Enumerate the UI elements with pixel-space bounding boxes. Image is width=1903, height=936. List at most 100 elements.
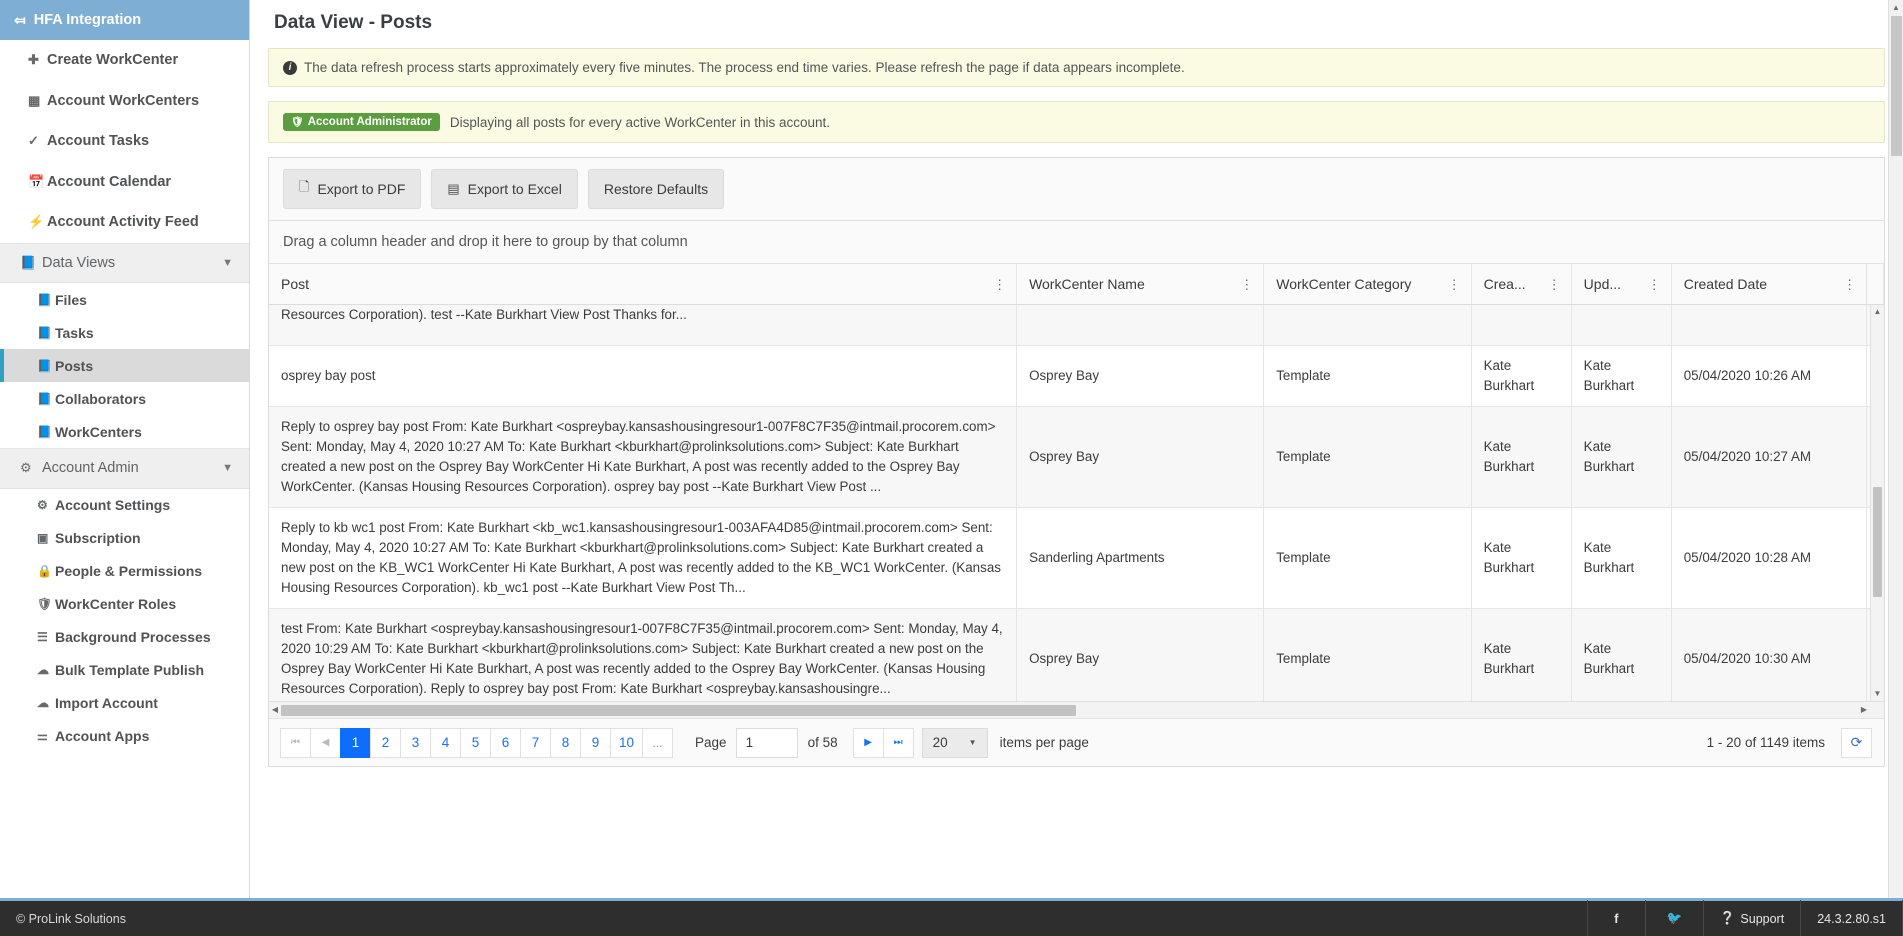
arrow-left-icon: ⤆ <box>14 11 26 28</box>
column-menu-icon[interactable]: ⋮ <box>1542 278 1561 291</box>
items-per-page-select[interactable]: 20 ▼ <box>921 727 988 758</box>
facebook-icon: f <box>1614 911 1619 926</box>
refresh-button[interactable]: ⟳ <box>1841 727 1872 758</box>
export-excel-button[interactable]: ▤ Export to Excel <box>431 169 578 209</box>
last-page-button[interactable]: ⏭ <box>882 727 914 758</box>
cell-created-by: Kate Burkhart <box>1471 345 1572 407</box>
sidebar-item-bulk-template-publish[interactable]: ☁ Bulk Template Publish <box>0 654 249 687</box>
page-ellipsis[interactable]: ... <box>642 727 674 758</box>
next-page-button[interactable]: ▶ <box>852 727 884 758</box>
page-number-input[interactable] <box>735 727 798 758</box>
table-row[interactable]: test From: Kate Burkhart <ospreybay.kans… <box>269 608 1884 701</box>
sidebar-item-account-calendar[interactable]: 📅 Account Calendar <box>0 162 249 203</box>
book-icon: 📘 <box>37 358 52 373</box>
table-row[interactable]: osprey bay post Osprey Bay Template Kate… <box>269 345 1884 407</box>
page-scroll-thumb[interactable] <box>1891 16 1902 156</box>
copyright-label: © ProLink Solutions <box>16 911 126 926</box>
plus-icon: ✚ <box>28 52 39 68</box>
sidebar-group-data-views[interactable]: 📘 Data Views ▼ <box>0 242 249 283</box>
cell-created-by: Kate Burkhart <box>1471 406 1572 508</box>
first-page-button[interactable]: ⏮ <box>280 727 311 758</box>
column-menu-icon[interactable]: ⋮ <box>1442 278 1461 291</box>
sidebar-item-background-processes[interactable]: ☰ Background Processes <box>0 621 249 654</box>
sidebar-item-subscription[interactable]: ▣ Subscription <box>0 522 249 555</box>
page-button-8[interactable]: 8 <box>550 727 581 758</box>
sidebar-header[interactable]: ⤆ HFA Integration <box>0 0 249 40</box>
role-alert: 🛡 Account Administrator Displaying all p… <box>268 101 1885 143</box>
page-button-9[interactable]: 9 <box>580 727 611 758</box>
column-header-created-by[interactable]: Crea... ⋮ <box>1471 264 1572 305</box>
column-header-updated-by[interactable]: Upd... ⋮ <box>1571 264 1672 305</box>
pagination-bar: ⏮ ◀ 1 2 3 4 5 6 7 8 9 10 ... Page of 58 <box>269 718 1884 766</box>
facebook-link[interactable]: f <box>1586 899 1645 936</box>
column-header-workcenter-name[interactable]: WorkCenter Name ⋮ <box>1016 264 1265 305</box>
scroll-left-icon[interactable]: ◀ <box>269 702 281 718</box>
page-button-6[interactable]: 6 <box>490 727 521 758</box>
sidebar-item-workcenters[interactable]: 📘 WorkCenters <box>0 415 249 448</box>
book-icon: 📘 <box>37 391 52 406</box>
sidebar-item-account-tasks[interactable]: ✓ Account Tasks <box>0 121 249 162</box>
column-menu-icon[interactable]: ⋮ <box>1234 278 1253 291</box>
sidebar-item-tasks[interactable]: 📘 Tasks <box>0 316 249 349</box>
restore-defaults-label: Restore Defaults <box>603 181 709 197</box>
gear-icon: ⚙ <box>37 498 48 512</box>
column-header-post[interactable]: Post ⋮ <box>269 264 1018 305</box>
cell-workcenter-name: Osprey Bay <box>1016 608 1265 701</box>
cell-created-by <box>1471 305 1572 346</box>
column-menu-icon[interactable]: ⋮ <box>1837 278 1856 291</box>
sidebar-group-account-admin[interactable]: ⚙ Account Admin ▼ <box>0 448 249 489</box>
page-button-4[interactable]: 4 <box>430 727 461 758</box>
support-link[interactable]: ❔ Support <box>1702 899 1800 936</box>
sidebar-item-account-settings[interactable]: ⚙ Account Settings <box>0 489 249 522</box>
sidebar-item-workcenter-roles[interactable]: 🛡 WorkCenter Roles <box>0 588 249 621</box>
version-label-wrap: 24.3.2.80.s1 <box>1800 899 1903 936</box>
sidebar-item-files[interactable]: 📘 Files <box>0 283 249 316</box>
page-scroll-up-icon[interactable]: ▲ <box>1889 0 1903 15</box>
sidebar-item-account-apps[interactable]: ⚌ Account Apps <box>0 720 249 753</box>
grid-wrapper: Post ⋮ WorkCenter Name ⋮ WorkCenter Cate… <box>269 264 1884 718</box>
scroll-right-icon[interactable]: ▶ <box>1858 702 1870 718</box>
sidebar-item-posts[interactable]: 📘 Posts <box>0 349 249 382</box>
cell-workcenter-category: Template <box>1263 608 1472 701</box>
column-header-spacer <box>1866 264 1884 305</box>
sidebar-item-account-activity-feed[interactable]: ⚡ Account Activity Feed <box>0 202 249 243</box>
lock-icon: 🔒 <box>37 564 52 578</box>
column-header-workcenter-category[interactable]: WorkCenter Category ⋮ <box>1263 264 1472 305</box>
column-header-created-date[interactable]: Created Date ⋮ <box>1671 264 1868 305</box>
page-button-3[interactable]: 3 <box>400 727 431 758</box>
grid-scroll-viewport: Resources Corporation). test --Kate Burk… <box>269 305 1884 701</box>
scroll-up-icon[interactable]: ▲ <box>1871 305 1884 319</box>
twitter-link[interactable]: 🐦 <box>1644 899 1703 936</box>
export-pdf-button[interactable]: 🗋 Export to PDF <box>283 169 422 209</box>
sidebar-item-people-permissions[interactable]: 🔒 People & Permissions <box>0 555 249 588</box>
data-table: Post ⋮ WorkCenter Name ⋮ WorkCenter Cate… <box>269 264 1884 305</box>
page-button-7[interactable]: 7 <box>520 727 551 758</box>
table-row[interactable]: Resources Corporation). test --Kate Burk… <box>269 305 1884 346</box>
table-row[interactable]: Reply to kb wc1 post From: Kate Burkhart… <box>269 507 1884 609</box>
grid-vertical-scrollbar[interactable]: ▲ ▼ <box>1870 305 1884 701</box>
prev-page-button[interactable]: ◀ <box>310 727 341 758</box>
restore-defaults-button[interactable]: Restore Defaults <box>587 169 725 209</box>
page-button-5[interactable]: 5 <box>460 727 491 758</box>
scroll-down-icon[interactable]: ▼ <box>1871 687 1884 701</box>
info-icon: i <box>283 60 297 75</box>
cell-created-date: 05/04/2020 10:28 AM <box>1671 507 1868 609</box>
sidebar-item-label: Account WorkCenters <box>47 92 200 109</box>
sidebar-item-collaborators[interactable]: 📘 Collaborators <box>0 382 249 415</box>
cell-created-date <box>1671 305 1868 346</box>
grid-horizontal-scrollbar[interactable]: ◀ ▶ <box>269 701 1884 718</box>
table-row[interactable]: Reply to osprey bay post From: Kate Burk… <box>269 406 1884 508</box>
vertical-scroll-thumb[interactable] <box>1873 487 1882 597</box>
page-button-10[interactable]: 10 <box>610 727 644 758</box>
group-by-dropzone[interactable]: Drag a column header and drop it here to… <box>269 221 1884 264</box>
column-menu-icon[interactable]: ⋮ <box>987 278 1006 291</box>
column-menu-icon[interactable]: ⋮ <box>1642 278 1661 291</box>
page-button-1[interactable]: 1 <box>340 727 371 758</box>
status-badge: 🛡 Account Administrator <box>283 113 440 131</box>
sidebar-item-create-workcenter[interactable]: ✚ Create WorkCenter <box>0 40 249 81</box>
horizontal-scroll-thumb[interactable] <box>281 705 1076 716</box>
sidebar-item-account-workcenters[interactable]: ▦ Account WorkCenters <box>0 81 249 122</box>
page-scrollbar[interactable]: ▲ ▼ <box>1888 0 1903 936</box>
page-button-2[interactable]: 2 <box>370 727 401 758</box>
sidebar-item-import-account[interactable]: ☁ Import Account <box>0 687 249 720</box>
